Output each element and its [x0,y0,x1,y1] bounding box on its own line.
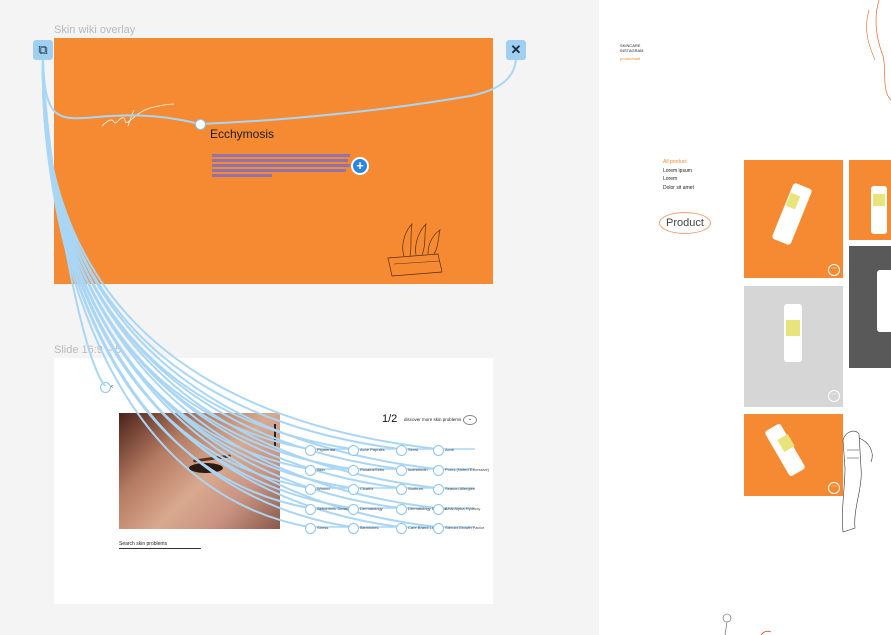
problem-node[interactable] [396,484,407,495]
more-icon[interactable]: ⋯ [828,264,840,276]
more-icon[interactable]: ⋯ [828,390,840,402]
hair-follicle-illustration [387,222,443,277]
problem-label[interactable]: Blemishes [360,525,378,530]
problem-node[interactable] [305,484,316,495]
product-tile-1[interactable]: ⋯ [744,160,843,278]
problem-label[interactable]: Stress [317,525,328,530]
menu-item-lorem[interactable]: Lorem [663,175,694,184]
product-menu: All product Lorem ipsum Lorem Dolor sit … [663,158,694,192]
page-counter: 1/2 [382,413,398,425]
product-button[interactable]: Product [659,212,711,234]
problem-label[interactable]: Pores (Noted Excessive) [445,467,489,472]
face-photo [119,413,280,529]
problem-node[interactable] [396,523,407,534]
problem-label[interactable]: Pigmentat [317,447,335,452]
bottom-sketch [722,613,772,635]
slide-frame[interactable]: ‹ Search skin problems 1/2 discover more… [54,358,493,604]
problem-node[interactable] [348,523,359,534]
bottle-sketch-top [866,0,891,101]
slide-frame-label[interactable]: Slide 16:9 – 5 [54,344,121,356]
search-skin-problems-label[interactable]: Search skin problems [119,541,167,547]
chevron-down-icon[interactable]: ⌄ [463,415,477,425]
problem-node[interactable] [348,465,359,476]
problem-node[interactable] [396,445,407,456]
problem-node[interactable] [348,484,359,495]
bracket-mark [274,424,290,446]
device-sketch [842,430,873,533]
overlay-description-block [212,154,350,179]
problem-label[interactable]: Skin [317,467,325,472]
product-page-frame: SKINCARE INSTAGRAM productwall All produ… [599,0,891,635]
problem-node[interactable] [305,465,316,476]
problem-node[interactable] [396,504,407,515]
product-tile-4[interactable]: ⋯ [744,286,843,407]
problem-node[interactable] [305,504,316,515]
problem-node[interactable] [305,445,316,456]
problem-node[interactable] [348,445,359,456]
title-connection-node[interactable] [195,119,206,130]
problem-node[interactable] [433,504,444,515]
problem-node[interactable] [433,523,444,534]
back-arrow-node[interactable] [100,382,111,393]
problem-node[interactable] [433,445,444,456]
problem-node[interactable] [433,484,444,495]
brand-header: SKINCARE INSTAGRAM [620,43,644,53]
problem-node[interactable] [396,465,407,476]
discover-more-label[interactable]: discover more skin problems [404,417,461,422]
back-arrow-icon: ‹ [111,384,113,390]
menu-item-lorem-ipsum[interactable]: Lorem ipsum [663,167,694,176]
problem-node[interactable] [305,523,316,534]
problem-label[interactable]: Acne Papules [360,447,385,452]
overlay-frame-label[interactable]: Skin wiki overlay [54,24,135,36]
menu-item-dolor[interactable]: Dolor sit amet [663,184,694,193]
problem-label[interactable]: Acne [445,447,454,452]
problem-label[interactable]: Season Allergies [445,486,475,491]
problem-label[interactable]: Wound [317,486,330,491]
skin-wiki-overlay-frame[interactable]: Ecchymosis + [54,38,493,284]
problem-node[interactable] [348,504,359,515]
problem-label[interactable]: AHA/Alpha Hydroxy [445,506,480,511]
device-icon-handle[interactable]: ⧉ [33,40,53,60]
problem-label[interactable]: Isotretinoin [408,467,428,472]
search-underline [119,548,201,549]
close-icon[interactable]: ✕ [506,40,526,60]
menu-item-all-product[interactable]: All product [663,158,694,167]
problem-label[interactable]: Rosaea/Sebo [360,467,384,472]
add-circle-icon[interactable]: + [351,157,369,175]
header-link[interactable]: productwall [620,56,640,61]
problem-node[interactable] [433,465,444,476]
problem-label[interactable]: Sensi [408,447,418,452]
problem-label[interactable]: Dermatology [360,506,383,511]
product-tile-2[interactable] [849,160,891,240]
problem-label[interactable]: Steroid Growth Factor [445,525,484,530]
problem-label[interactable]: Sunburn [408,486,423,491]
overlay-title: Ecchymosis [210,127,275,141]
signature-scribble [101,103,175,127]
problem-label[interactable]: Cicatrix [360,486,373,491]
product-tile-3[interactable] [849,246,891,368]
product-tile-5[interactable]: ⋯ [744,414,843,496]
